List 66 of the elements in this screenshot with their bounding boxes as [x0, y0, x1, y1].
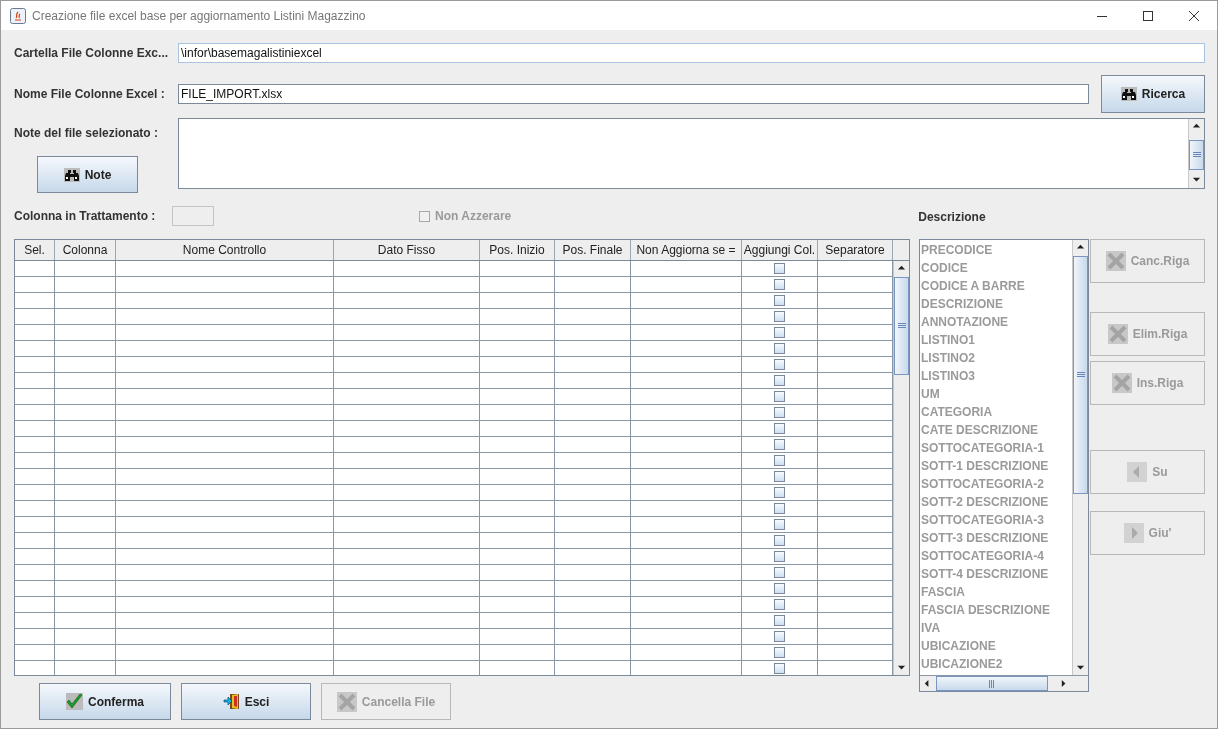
notes-label: Note del file selezionato : [14, 126, 160, 140]
column-header[interactable]: Sel. [15, 240, 55, 260]
grip-icon[interactable] [1076, 372, 1085, 378]
notes-button[interactable]: Note [37, 156, 138, 193]
checkbox[interactable] [774, 295, 785, 306]
checkbox[interactable] [774, 583, 785, 594]
checkbox[interactable] [774, 423, 785, 434]
vertical-scrollbar[interactable] [893, 261, 909, 675]
maximize-icon[interactable] [1143, 10, 1153, 21]
file-name-label: Nome File Colonne Excel : [14, 87, 166, 101]
close-icon[interactable] [1189, 10, 1199, 21]
column-number-field[interactable] [172, 206, 214, 226]
window-title: Creazione file excel base per aggiornamento Listini Magazzino [32, 8, 366, 23]
checkbox[interactable] [774, 487, 785, 498]
folder-label: Cartella File Colonne Exc... [14, 46, 170, 60]
checkbox[interactable] [774, 503, 785, 514]
description-label: Descrizione [918, 210, 986, 224]
cross-icon [1111, 373, 1132, 393]
exit-button[interactable]: Esci [181, 683, 311, 720]
checkbox[interactable] [774, 359, 785, 370]
column-header[interactable]: Pos. Finale [555, 240, 631, 260]
checkbox[interactable] [774, 439, 785, 450]
checkbox[interactable] [774, 391, 785, 402]
checkbox[interactable] [774, 535, 785, 546]
checkbox[interactable] [774, 279, 785, 290]
checkmark-icon [66, 693, 83, 710]
folder-input-field[interactable]: \infor\basemagalistiniexcel [178, 43, 1205, 63]
checkbox[interactable] [774, 631, 785, 642]
checkbox[interactable] [774, 471, 785, 482]
binoculars-icon [63, 167, 80, 182]
grip-icon[interactable] [989, 679, 995, 688]
cross-icon [336, 691, 357, 712]
app-icon [10, 7, 26, 24]
checkbox[interactable] [774, 407, 785, 418]
grip-icon[interactable] [1192, 152, 1201, 158]
checkbox[interactable] [774, 551, 785, 562]
vertical-scrollbar[interactable] [1188, 119, 1204, 188]
grip-icon[interactable] [897, 323, 906, 329]
checkbox[interactable] [774, 455, 785, 466]
checkbox[interactable] [774, 647, 785, 658]
cross-icon [1107, 324, 1128, 344]
column-header[interactable]: Separatore [818, 240, 893, 260]
column-header[interactable]: Nome Controllo [116, 240, 334, 260]
checkbox[interactable] [774, 311, 785, 322]
confirm-button[interactable]: Conferma [39, 683, 171, 720]
checkbox[interactable] [774, 375, 785, 386]
binoculars-icon [1120, 87, 1137, 101]
checkbox[interactable] [774, 599, 785, 610]
cross-icon [1105, 251, 1126, 271]
search-button[interactable]: Ricerca [1101, 75, 1205, 113]
checkbox[interactable] [774, 567, 785, 578]
column-in-progress-label: Colonna in Trattamento : [14, 209, 157, 223]
column-header[interactable]: Colonna [55, 240, 116, 260]
checkbox[interactable] [774, 519, 785, 530]
checkbox[interactable] [774, 343, 785, 354]
column-header[interactable]: Pos. Inizio [480, 240, 555, 260]
file-name-input-field[interactable]: FILE_IMPORT.xlsx [178, 84, 1089, 104]
column-header[interactable]: Aggiungi Col. [742, 240, 818, 260]
checkbox-label: Non Azzerare [435, 209, 512, 223]
column-header[interactable]: Non Aggiorna se = [631, 240, 742, 260]
door-exit-icon [222, 693, 240, 710]
checkbox[interactable] [774, 663, 785, 674]
column-header[interactable]: Dato Fisso [334, 240, 480, 260]
checkbox[interactable] [774, 327, 785, 338]
checkbox[interactable] [774, 615, 785, 626]
checkbox[interactable] [774, 263, 785, 274]
